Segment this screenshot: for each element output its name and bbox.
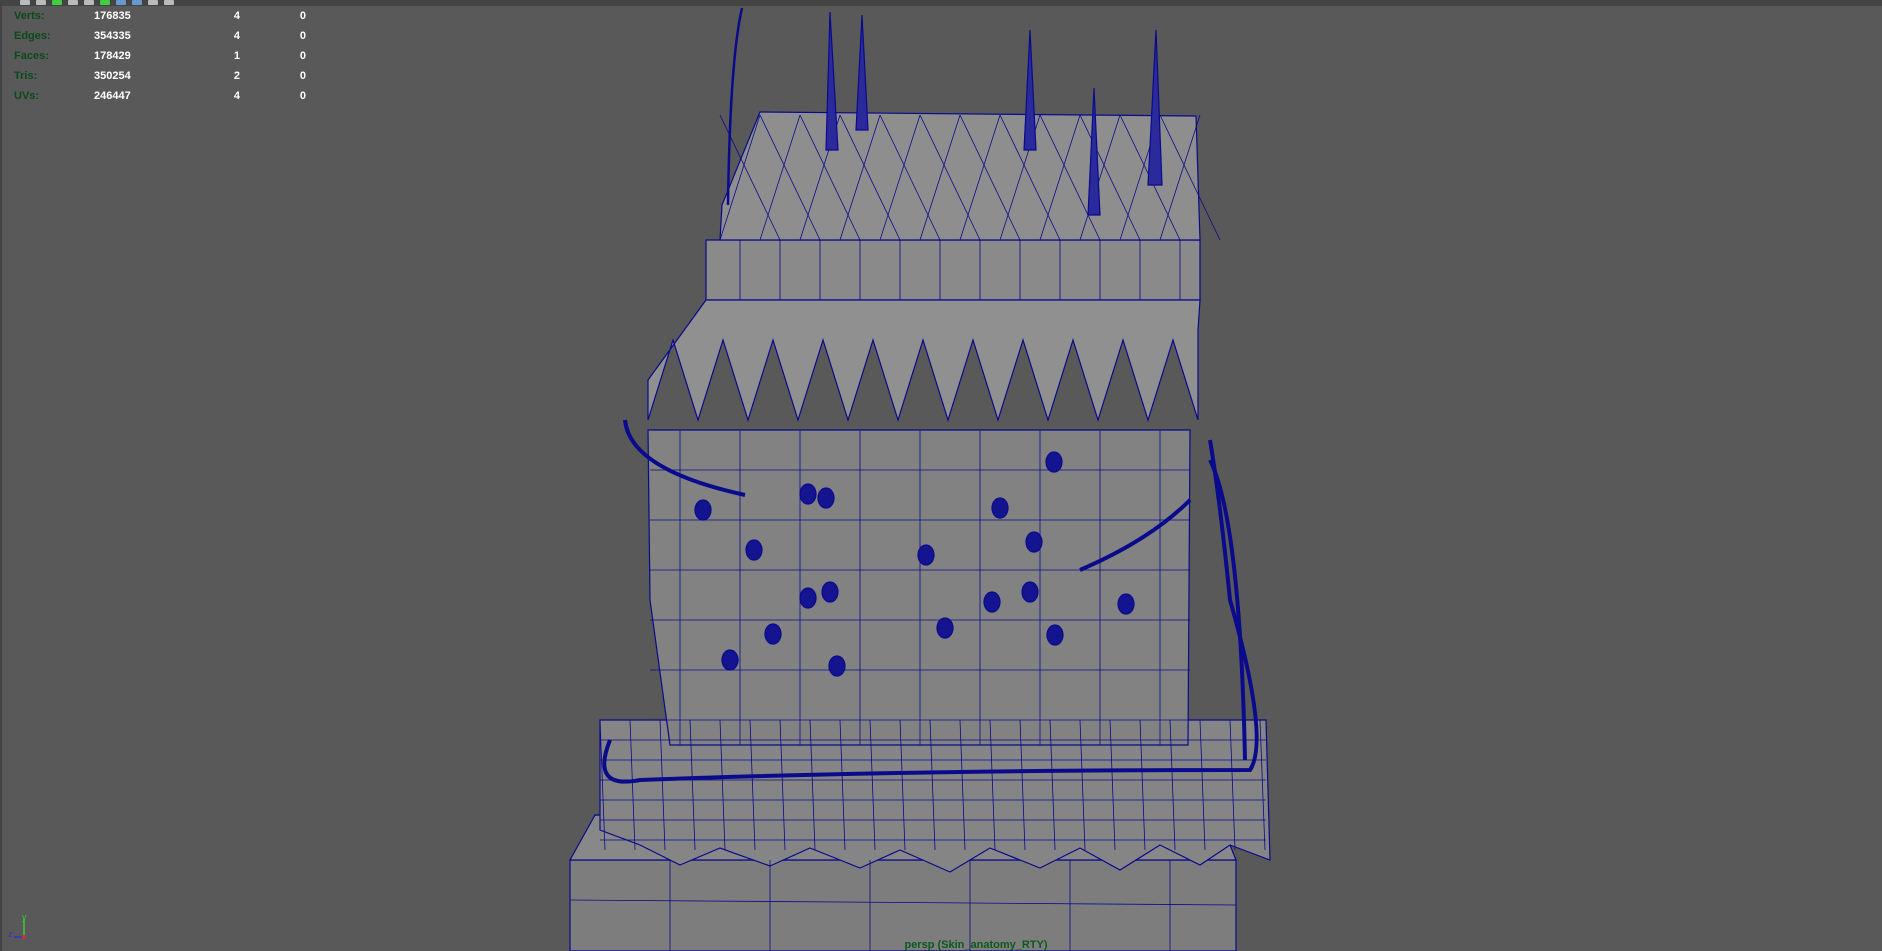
hud-label: Verts:	[14, 10, 45, 22]
hud-component: 0	[299, 10, 306, 22]
camera-label: persp (Skin_anatomy_RTY)	[904, 939, 1048, 951]
axis-y-label: y	[22, 913, 27, 922]
cell-nucleus	[817, 487, 835, 509]
hud-row: Edges: 354335 4 0	[14, 26, 306, 46]
axis-z-label: z	[8, 929, 13, 939]
hud-label: Faces:	[14, 50, 49, 62]
toolbar-icon[interactable]	[52, 0, 62, 5]
hud-component: 0	[299, 90, 306, 102]
cell-nucleus	[983, 591, 1001, 613]
hud-label: Edges:	[14, 30, 51, 42]
cell-nucleus	[1025, 531, 1043, 553]
cell-nucleus	[745, 539, 763, 561]
cell-nucleus	[799, 483, 817, 505]
dermal-papillae-ridges	[647, 299, 1201, 423]
cell-nucleus	[1021, 581, 1039, 603]
hud-total: 176835	[94, 10, 131, 22]
toolbar-icon[interactable]	[20, 0, 30, 5]
hud-total: 350254	[94, 70, 131, 82]
cell-nucleus	[917, 544, 935, 566]
hud-row: UVs: 246447 4 0	[14, 86, 306, 106]
hud-selected: 1	[233, 50, 240, 62]
toolbar-icon[interactable]	[84, 0, 94, 5]
hud-selected: 2	[233, 70, 240, 82]
dermis-block	[647, 429, 1191, 746]
toolbar-icon[interactable]	[148, 0, 158, 5]
axis-gizmo-icon: y z	[8, 913, 27, 939]
toolbar-icon[interactable]	[100, 0, 110, 5]
cell-nucleus	[1046, 624, 1064, 646]
cell-nucleus	[991, 497, 1009, 519]
viewport-border	[0, 0, 2, 951]
skin-anatomy-model	[568, 7, 1271, 951]
cell-nucleus	[764, 623, 782, 645]
cell-nucleus	[936, 617, 954, 639]
hud-label: UVs:	[14, 90, 40, 102]
hud-label: Tris:	[14, 70, 38, 82]
hud-selected: 4	[233, 30, 240, 42]
hud-component: 0	[299, 70, 306, 82]
hud-total: 178429	[94, 50, 131, 62]
cell-nucleus	[799, 587, 817, 609]
toolbar-icon[interactable]	[164, 0, 174, 5]
hud-row: Verts: 176835 4 0	[14, 6, 306, 26]
toolbar-icon[interactable]	[36, 0, 46, 5]
toolbar-icon[interactable]	[132, 0, 142, 5]
cell-nucleus	[828, 655, 846, 677]
hud-row: Faces: 178429 1 0	[14, 46, 306, 66]
cell-nucleus	[1117, 593, 1135, 615]
cell-nucleus	[821, 581, 839, 603]
cell-nucleus	[721, 649, 739, 671]
viewport-3d-scene[interactable]	[0, 0, 1882, 951]
toolbar-icon[interactable]	[68, 0, 78, 5]
hud-total: 246447	[94, 90, 131, 102]
hud-selected: 4	[233, 90, 240, 102]
hud-selected: 4	[233, 10, 240, 22]
poly-count-hud: Verts: 176835 4 0 Edges: 354335 4 0 Faces: 178429…	[14, 6, 306, 106]
cell-nucleus	[1045, 451, 1063, 473]
hud-total: 354335	[94, 30, 131, 42]
hud-row: Tris: 350254 2 0	[14, 66, 306, 86]
hud-component: 0	[299, 50, 306, 62]
toolbar-icon[interactable]	[116, 0, 126, 5]
hud-component: 0	[299, 30, 306, 42]
cell-nucleus	[694, 499, 712, 521]
